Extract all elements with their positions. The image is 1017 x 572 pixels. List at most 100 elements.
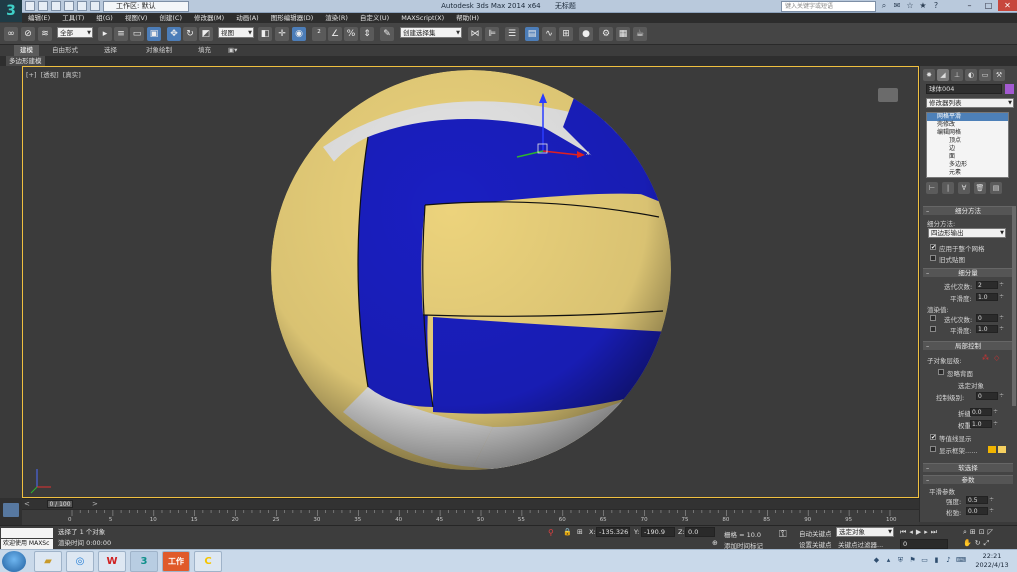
wps-taskbar-icon[interactable]: W — [98, 551, 126, 572]
menu-item[interactable]: 视图(V) — [119, 13, 154, 23]
search-input[interactable]: 键入关键字或短语 — [781, 1, 876, 12]
time-slider[interactable]: 0 / 100 < > — [22, 498, 919, 509]
rollout-subdivision-amount[interactable]: 细分量 — [923, 268, 1013, 278]
render-iterations-checkbox[interactable] — [930, 315, 936, 321]
render-smoothness-checkbox[interactable] — [930, 326, 936, 332]
time-slider-prev-icon[interactable]: < — [24, 500, 30, 508]
iterations-spinner[interactable]: 2 — [976, 281, 1004, 289]
curve-editor-icon[interactable]: ∿ — [542, 27, 556, 41]
fov-icon[interactable]: ◸ — [988, 528, 993, 537]
edge-level-icon[interactable]: ◇ — [994, 354, 1004, 362]
ribbon-options-icon[interactable]: ▣▾ — [222, 45, 243, 56]
volleyball-model[interactable] — [271, 70, 673, 470]
menu-item[interactable]: 组(G) — [90, 13, 119, 23]
time-slider-knob[interactable]: 0 / 100 — [47, 500, 73, 508]
apply-whole-mesh-checkbox[interactable]: ✔ — [930, 244, 936, 251]
control-level-spinner[interactable]: 0 — [976, 392, 1004, 400]
mirror-icon[interactable]: ⋈ — [468, 27, 482, 41]
stack-item-element[interactable]: 元素 — [927, 169, 1008, 177]
workspace-dropdown[interactable]: 工作区: 默认 — [103, 1, 189, 12]
select-scale-icon[interactable]: ◩ — [199, 27, 213, 41]
spinner-snap-icon[interactable]: ⇕ — [360, 27, 374, 41]
weight-spinner[interactable]: 1.0 — [970, 420, 998, 428]
menu-item[interactable]: 帮助(H) — [450, 13, 485, 23]
absolute-mode-icon[interactable]: ⊞ — [577, 528, 583, 536]
rect-selection-icon[interactable]: ▭ — [130, 27, 144, 41]
isoline-display-checkbox[interactable]: ✔ — [930, 434, 936, 441]
rollout-parameters[interactable]: 参数 — [923, 475, 1013, 485]
rollout-subdivision-method[interactable]: 细分方法 — [923, 206, 1013, 216]
pivot-center-icon[interactable]: ◧ — [258, 27, 272, 41]
ignore-backfacing-checkbox[interactable] — [938, 369, 944, 375]
strength-spinner[interactable]: 0.5 — [966, 496, 994, 504]
menu-item[interactable]: 创建(C) — [153, 13, 188, 23]
keyboard-shortcut-icon[interactable]: ◉ — [292, 27, 306, 41]
current-frame-field[interactable]: 0 — [900, 539, 948, 549]
tray-monitor-icon[interactable]: ▭ — [920, 556, 929, 565]
select-object-icon[interactable]: ▸ — [98, 27, 112, 41]
display-tab-icon[interactable]: ▭ — [979, 69, 991, 81]
selection-filter-dropdown[interactable]: 全部 — [57, 27, 93, 39]
perspective-viewport[interactable]: [+] [透视] [真实] x — [22, 66, 919, 498]
tab-freeform[interactable]: 自由形式 — [46, 45, 84, 56]
smoothness-spinner[interactable]: 1.0 — [976, 293, 1004, 301]
new-file-icon[interactable] — [25, 1, 35, 11]
music-taskbar-icon[interactable]: C — [194, 551, 222, 572]
lock-selection-icon[interactable]: 🔒 — [563, 528, 572, 536]
tray-flag-icon[interactable]: ⚑ — [908, 556, 917, 565]
percent-snap-icon[interactable]: % — [344, 27, 358, 41]
cage-color-swatch-2[interactable] — [998, 446, 1006, 453]
material-editor-icon[interactable]: ● — [579, 27, 593, 41]
modifier-list-dropdown[interactable]: 修改器列表 — [926, 98, 1014, 108]
make-unique-icon[interactable]: ∀ — [958, 182, 970, 194]
tray-app-icon[interactable]: ◆ — [872, 556, 881, 565]
stack-item-vertex[interactable]: 顶点 — [927, 137, 1008, 145]
pin-icon[interactable]: ⚲ — [548, 528, 554, 537]
menu-item[interactable]: 自定义(U) — [354, 13, 395, 23]
edit-named-sets-icon[interactable]: ✎ — [380, 27, 394, 41]
tab-selection[interactable]: 选择 — [98, 45, 123, 56]
window-crossing-icon[interactable]: ▣ — [147, 27, 161, 41]
menu-item[interactable]: 动画(A) — [230, 13, 265, 23]
stack-item-face[interactable]: 面 — [927, 153, 1008, 161]
render-iterations-spinner[interactable]: 0 — [976, 314, 1004, 322]
hierarchy-tab-icon[interactable]: ⊥ — [951, 69, 963, 81]
rollout-local-control[interactable]: 局部控制 — [923, 341, 1013, 351]
track-bar[interactable]: 0 5 10 15 20 25 30 35 40 45 50 55 60 65 70 75 80 85 90 95 10… — [22, 509, 919, 525]
key-filters-button[interactable]: 关键点过滤器... — [838, 539, 883, 549]
prev-frame-icon[interactable]: ◂ — [909, 528, 913, 537]
named-selection-dropdown[interactable]: 创建选择集 — [400, 27, 462, 39]
save-file-icon[interactable] — [51, 1, 61, 11]
set-key-button[interactable]: 设置关键点 — [799, 539, 832, 549]
select-move-icon[interactable]: ✥ — [167, 27, 181, 41]
zoom-extents-icon[interactable]: ⊡ — [979, 528, 985, 537]
select-rotate-icon[interactable]: ↻ — [183, 27, 197, 41]
render-smoothness-spinner[interactable]: 1.0 — [976, 325, 1004, 333]
help-icon[interactable]: ? — [931, 1, 941, 11]
tray-shield-icon[interactable]: ⛨ — [896, 556, 905, 565]
hold-icon[interactable] — [90, 1, 100, 11]
snap-toggle-icon[interactable]: ² — [312, 27, 326, 41]
work-app-taskbar-icon[interactable]: 工作 — [162, 551, 190, 572]
start-button[interactable] — [2, 551, 26, 572]
render-setup-icon[interactable]: ⚙ — [599, 27, 613, 41]
modify-tab-icon[interactable]: ◢ — [937, 69, 949, 81]
angle-snap-icon[interactable]: ∠ — [328, 27, 342, 41]
app-menu-button[interactable]: 3 — [0, 0, 22, 22]
bind-spacewarp-icon[interactable]: ≋ — [38, 27, 52, 41]
tab-modeling[interactable]: 建模 — [14, 45, 39, 56]
rendered-frame-icon[interactable]: ▦ — [616, 27, 630, 41]
tray-clock[interactable]: 22:21 2022/4/13 — [970, 552, 1014, 570]
stack-item-edge[interactable]: 边 — [927, 145, 1008, 153]
layer-manager-icon[interactable]: ☰ — [505, 27, 519, 41]
stack-item-polygon[interactable]: 多边形 — [927, 161, 1008, 169]
undo-icon[interactable] — [64, 1, 74, 11]
subscription-icon[interactable]: ✉ — [892, 1, 902, 11]
object-color-swatch[interactable] — [1005, 84, 1014, 94]
maximize-button[interactable]: □ — [979, 0, 998, 11]
menu-item[interactable]: 工具(T) — [56, 13, 90, 23]
communication-icon[interactable]: ☆ — [905, 1, 915, 11]
ref-coord-dropdown[interactable]: 视图 — [218, 27, 254, 39]
minimize-button[interactable]: – — [960, 0, 979, 11]
vertex-level-icon[interactable]: ⁂ — [982, 354, 992, 362]
